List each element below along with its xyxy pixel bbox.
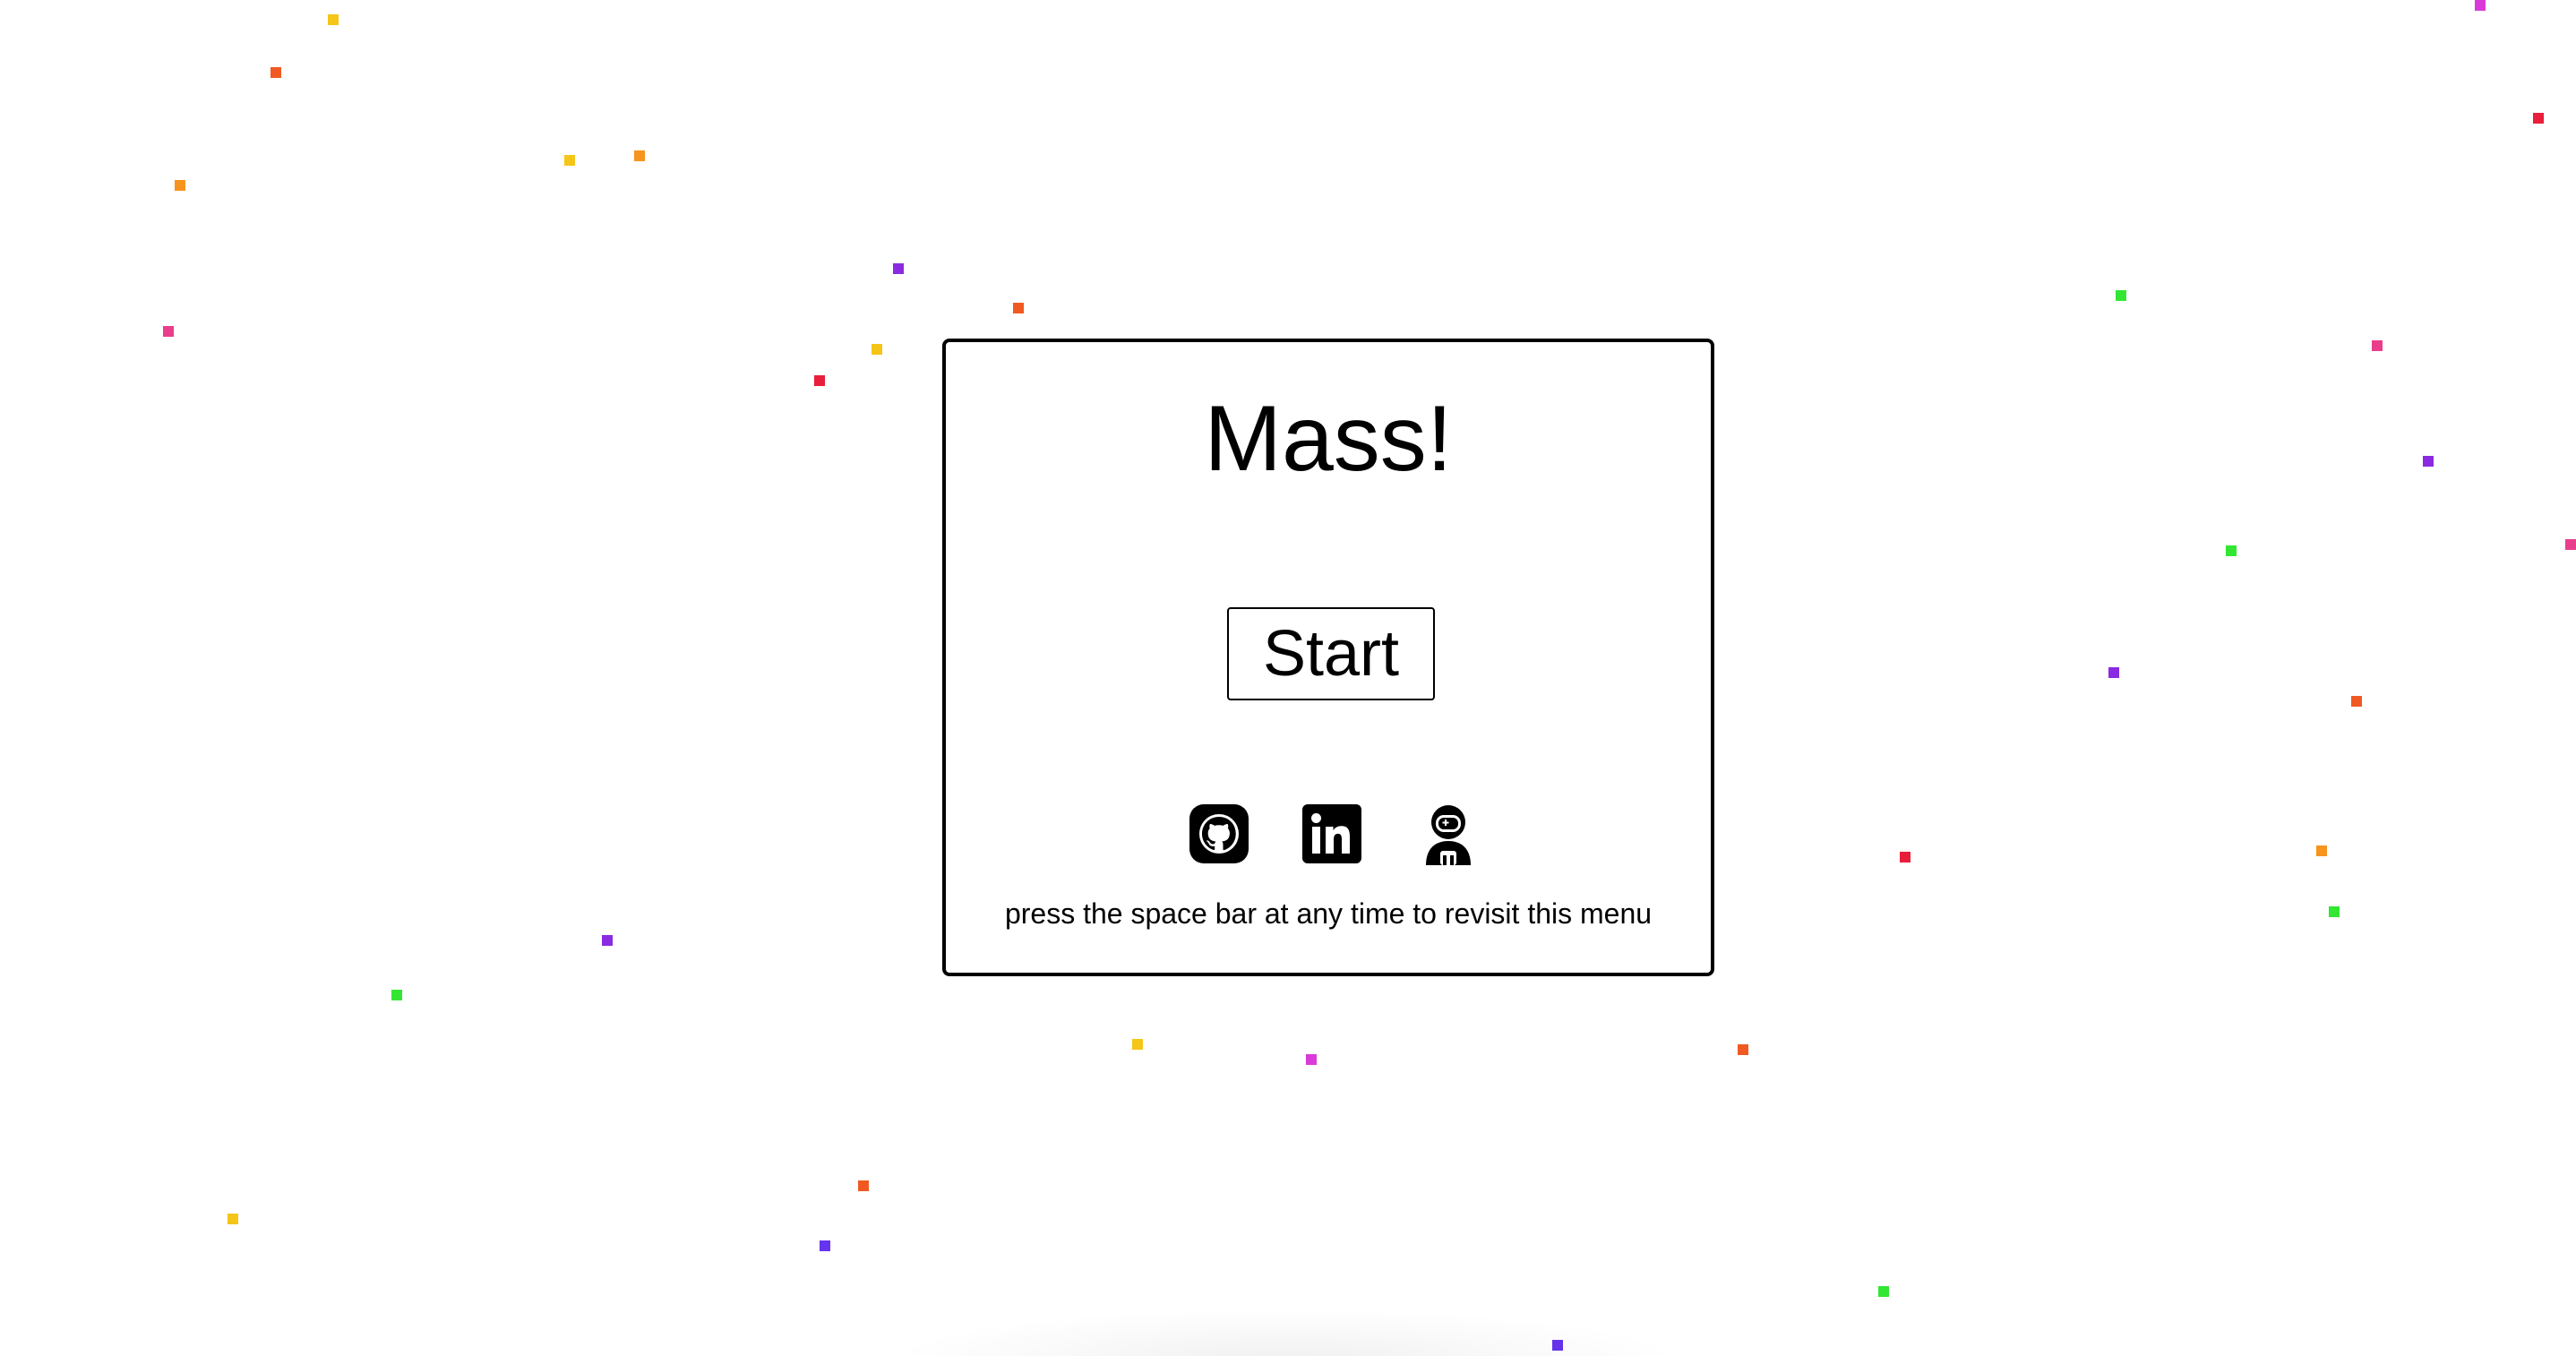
- particle: [564, 155, 575, 166]
- particle: [2565, 539, 2576, 550]
- game-title: Mass!: [1204, 387, 1453, 491]
- particle: [163, 326, 174, 337]
- particle: [2372, 340, 2383, 351]
- particle: [1878, 1286, 1889, 1297]
- particle: [1738, 1044, 1748, 1055]
- particle: [2351, 696, 2362, 707]
- particle: [634, 150, 645, 161]
- particle: [858, 1180, 869, 1191]
- particle: [175, 180, 185, 191]
- particle: [2423, 456, 2434, 467]
- particle: [2108, 667, 2119, 678]
- particle: [820, 1240, 830, 1251]
- particle: [1306, 1054, 1317, 1065]
- particle: [1132, 1039, 1143, 1050]
- bottom-shadow: [882, 1308, 1688, 1356]
- particle: [2533, 113, 2544, 124]
- particle: [2116, 290, 2126, 301]
- main-menu: Mass! Start press the space bar at any t…: [942, 339, 1714, 976]
- particle: [2226, 545, 2237, 556]
- astronaut-icon[interactable]: [1417, 802, 1480, 865]
- particle: [872, 344, 882, 355]
- particle: [1900, 852, 1911, 863]
- menu-hint: press the space bar at any time to revis…: [1004, 897, 1653, 930]
- linkedin-icon[interactable]: [1301, 802, 1363, 865]
- particle: [2475, 0, 2486, 11]
- particle: [602, 935, 613, 946]
- github-icon[interactable]: [1188, 802, 1250, 865]
- particle: [228, 1214, 238, 1224]
- particle: [270, 67, 281, 78]
- particle: [2329, 906, 2340, 917]
- social-links: [946, 802, 1711, 865]
- particle: [391, 990, 402, 1000]
- particle: [2316, 845, 2327, 856]
- start-button[interactable]: Start: [1227, 607, 1435, 700]
- particle: [814, 375, 825, 386]
- game-stage: Mass! Start press the space bar at any t…: [0, 0, 2576, 1356]
- particle: [1013, 303, 1024, 313]
- particle: [328, 14, 339, 25]
- particle: [893, 263, 904, 274]
